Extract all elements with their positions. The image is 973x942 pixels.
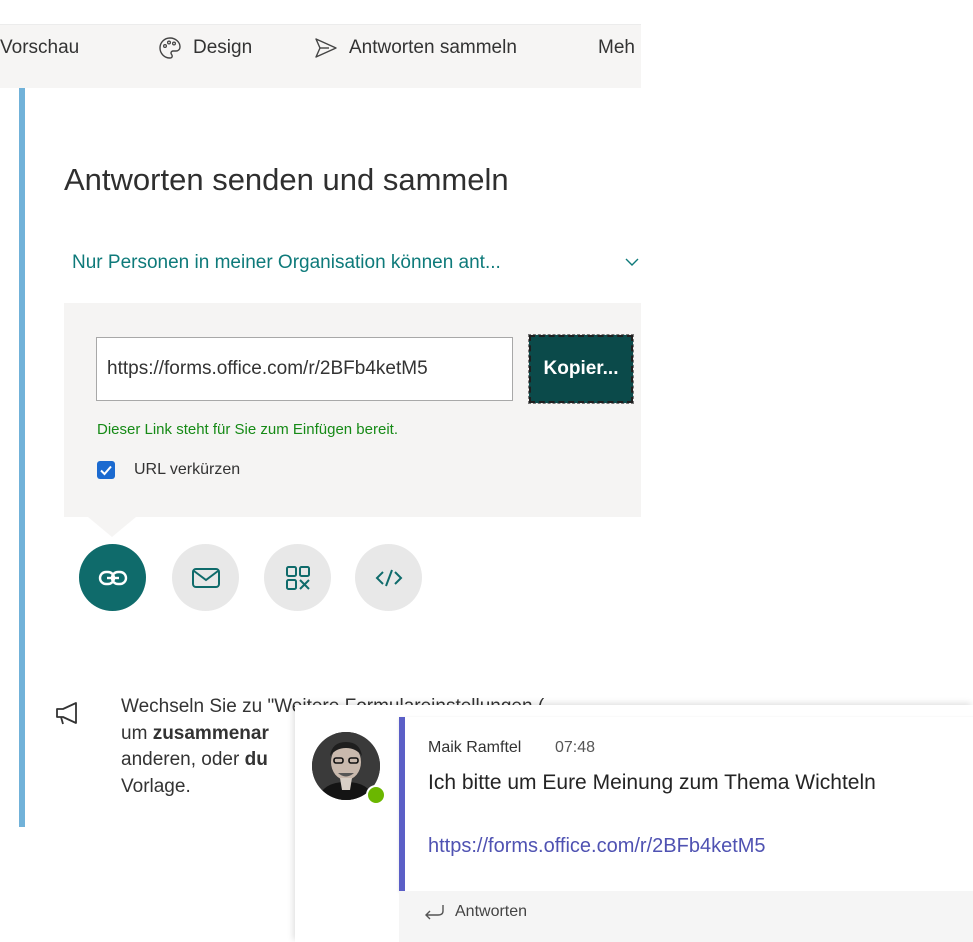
forms-toolbar: Vorschau Design Antworten sammeln Meh bbox=[0, 25, 641, 88]
reply-label: Antworten bbox=[455, 903, 528, 920]
preview-label: Vorschau bbox=[0, 37, 80, 58]
design-button[interactable]: Design bbox=[157, 25, 252, 71]
qr-code-icon bbox=[285, 565, 310, 590]
email-share-button[interactable] bbox=[172, 544, 239, 611]
audience-dropdown[interactable]: Nur Personen in meiner Organisation könn… bbox=[72, 248, 641, 278]
message-card: Maik Ramftel 07:48 Ich bitte um Eure Mei… bbox=[399, 717, 973, 891]
link-share-button[interactable] bbox=[79, 544, 146, 611]
more-label: Meh bbox=[598, 37, 635, 58]
page-title: Antworten senden und sammeln bbox=[64, 162, 509, 197]
accent-bar bbox=[19, 88, 25, 827]
share-link-box: Kopier... Dieser Link steht für Sie zum … bbox=[64, 303, 641, 517]
audience-dropdown-label: Nur Personen in meiner Organisation könn… bbox=[72, 252, 501, 273]
shorten-url-label: URL verkürzen bbox=[134, 461, 241, 478]
embed-code-icon bbox=[375, 569, 402, 586]
tip-line-2-prefix: um bbox=[121, 722, 153, 744]
share-box-pointer bbox=[88, 517, 136, 537]
shorten-url-checkbox[interactable] bbox=[97, 461, 115, 479]
message-author: Maik Ramftel bbox=[428, 739, 522, 756]
tip-line-4: Vorlage. bbox=[121, 775, 191, 797]
collect-label: Antworten sammeln bbox=[349, 37, 517, 58]
message-text: Ich bitte um Eure Meinung zum Thema Wich… bbox=[428, 771, 876, 794]
ready-message: Dieser Link steht für Sie zum Einfügen b… bbox=[97, 421, 398, 438]
tip-line-2-bold: zusammenar bbox=[152, 722, 269, 744]
megaphone-icon bbox=[56, 702, 77, 725]
preview-button[interactable]: Vorschau bbox=[0, 25, 79, 71]
chevron-down-icon bbox=[625, 258, 639, 266]
presence-available-icon bbox=[366, 785, 386, 805]
reply-arrow-icon bbox=[425, 905, 444, 920]
palette-icon bbox=[157, 35, 183, 61]
reply-button[interactable]: Antworten bbox=[423, 903, 527, 921]
mail-icon bbox=[191, 567, 220, 588]
link-icon bbox=[98, 570, 127, 585]
teams-message: Maik Ramftel 07:48 Ich bitte um Eure Mei… bbox=[295, 705, 973, 942]
reply-bar: Antworten bbox=[399, 891, 973, 942]
copy-button[interactable]: Kopier... bbox=[528, 334, 634, 404]
send-icon bbox=[313, 35, 339, 61]
message-time: 07:48 bbox=[555, 739, 596, 756]
top-strip bbox=[0, 0, 641, 25]
url-field[interactable] bbox=[96, 337, 513, 401]
embed-share-button[interactable] bbox=[355, 544, 422, 611]
message-link[interactable]: https://forms.office.com/r/2BFb4ketM5 bbox=[428, 835, 766, 858]
more-button[interactable]: Meh bbox=[598, 25, 635, 71]
tip-line-3-bold: du bbox=[244, 749, 268, 770]
checkmark-icon bbox=[100, 465, 112, 476]
forms-panel: Vorschau Design Antworten sammeln Meh An… bbox=[0, 0, 641, 827]
collect-responses-button[interactable]: Antworten sammeln bbox=[313, 25, 517, 71]
design-label: Design bbox=[193, 37, 253, 58]
tip-line-3-prefix: anderen, oder bbox=[121, 749, 245, 770]
qr-code-share-button[interactable] bbox=[264, 544, 331, 611]
